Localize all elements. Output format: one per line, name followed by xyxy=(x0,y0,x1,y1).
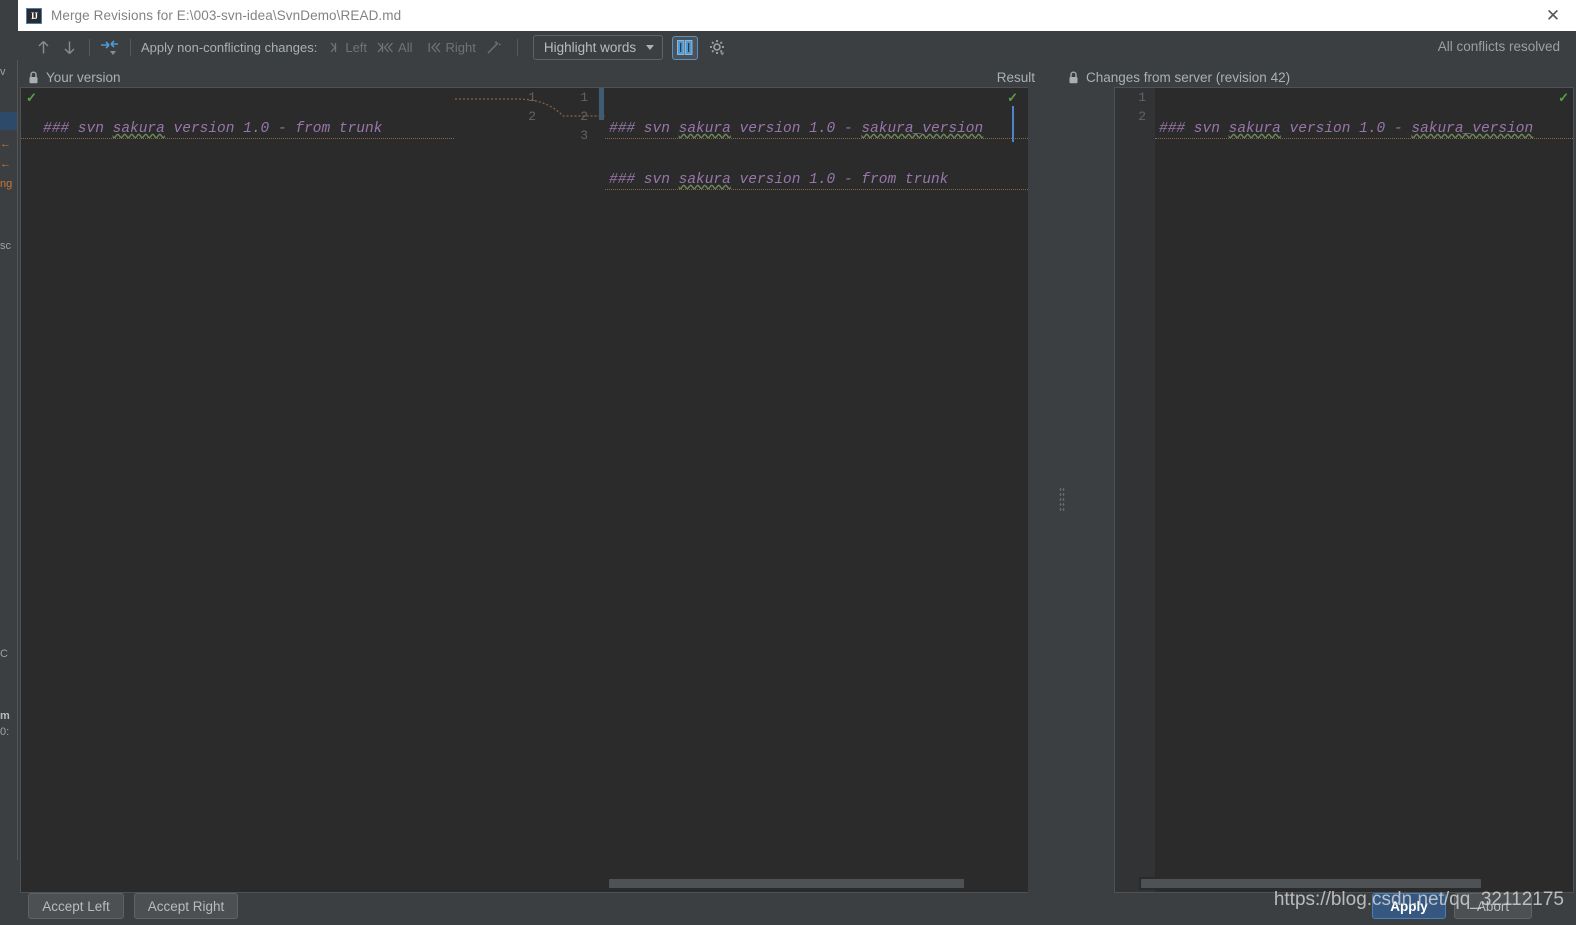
chevron-left-icon xyxy=(429,42,441,53)
left-code-area[interactable]: ### svn sakura version 1.0 - from trunk xyxy=(21,88,456,892)
left-pane-header: Your version xyxy=(28,66,121,88)
accept-check-icon[interactable]: ✓ xyxy=(1007,90,1018,106)
side-by-side-viewer-icon[interactable] xyxy=(672,35,699,60)
code-line: ### svn sakura version 1.0 - from trunk xyxy=(605,171,1028,190)
apply-right-button[interactable]: Right xyxy=(423,38,480,57)
bg-text: ← xyxy=(0,158,11,170)
right-hscrollbar[interactable] xyxy=(1139,877,1569,890)
arrow-up-icon[interactable] xyxy=(30,36,56,60)
code-line: ### svn sakura version 1.0 - sakura_vers… xyxy=(605,120,1028,139)
code-line: ### svn sakura version 1.0 - sakura_vers… xyxy=(1155,120,1573,139)
line-number: 2 xyxy=(1138,109,1146,124)
merge-editors: ### svn sakura version 1.0 - from trunk … xyxy=(18,87,1576,893)
right-line-text: ### svn sakura version 1.0 - sakura_vers… xyxy=(1159,121,1534,137)
apply-non-conflicting-icon[interactable] xyxy=(97,36,123,60)
highlight-mode-select[interactable]: Highlight words xyxy=(532,35,664,60)
change-connectors xyxy=(455,98,605,117)
intellij-idea-icon: IJ xyxy=(26,7,42,24)
highlight-mode-label: Highlight words xyxy=(543,40,637,55)
merge-toolbar: Apply non-conflicting changes: Left All … xyxy=(18,31,1576,64)
gear-icon[interactable] xyxy=(703,36,731,60)
right-pane-header: Changes from server (revision 42) xyxy=(1068,66,1290,88)
accept-left-button[interactable]: Accept Left xyxy=(28,893,124,919)
result-editor-pane[interactable]: 1 2 1 2 3 ### svn sakura version 1.0 - s… xyxy=(455,87,1028,893)
right-hscrollbar-thumb[interactable] xyxy=(1141,879,1481,888)
bg-text: 0: xyxy=(0,726,10,738)
merge-dialog: Apply non-conflicting changes: Left All … xyxy=(18,31,1576,925)
accept-right-button[interactable]: Accept Right xyxy=(134,893,238,919)
result-line-text: ### svn sakura version 1.0 - sakura_vers… xyxy=(609,121,984,137)
result-line-text: ### svn sakura version 1.0 - from trunk xyxy=(609,172,949,188)
line-number: 1 xyxy=(1138,90,1146,105)
accept-check-icon[interactable]: ✓ xyxy=(26,90,37,106)
result-gutter-left: 1 2 xyxy=(493,88,545,892)
result-pane-header: Result xyxy=(508,66,1053,88)
abort-button[interactable]: Abort xyxy=(1454,893,1532,919)
bg-text: v xyxy=(0,66,6,78)
lock-icon xyxy=(28,70,39,84)
close-icon[interactable]: ✕ xyxy=(1530,0,1576,31)
result-pane-title: Result xyxy=(996,69,1035,85)
left-editor-pane[interactable]: ### svn sakura version 1.0 - from trunk … xyxy=(20,87,457,893)
bg-selected-row xyxy=(0,112,18,130)
toolbar-separator xyxy=(89,39,90,56)
apply-right-label: Right xyxy=(445,40,476,55)
window-title: Merge Revisions for E:\003-svn-idea\SvnD… xyxy=(51,8,402,23)
active-change-marker xyxy=(599,88,604,120)
result-hscrollbar[interactable] xyxy=(607,877,1027,890)
bg-text: ← xyxy=(0,138,11,150)
code-line: ### svn sakura version 1.0 - from trunk xyxy=(21,120,456,139)
apply-left-button[interactable]: Left xyxy=(325,38,372,57)
bg-text: m xyxy=(0,710,10,722)
toolbar-separator xyxy=(130,39,131,56)
bg-text: ng xyxy=(0,178,13,190)
apply-left-label: Left xyxy=(345,40,368,55)
chevron-both-icon xyxy=(377,42,394,53)
chevron-right-icon xyxy=(330,42,337,53)
apply-all-button[interactable]: All xyxy=(372,38,417,57)
bg-text: sc xyxy=(0,240,11,252)
apply-all-label: All xyxy=(398,40,413,55)
right-code-area[interactable]: ### svn sakura version 1.0 - sakura_vers… xyxy=(1155,88,1573,892)
window-titlebar: IJ Merge Revisions for E:\003-svn-idea\S… xyxy=(18,0,1576,31)
left-line-text: ### svn sakura version 1.0 - from trunk xyxy=(43,121,383,137)
apply-button[interactable]: Apply xyxy=(1372,893,1446,919)
left-pane-title: Your version xyxy=(46,69,121,85)
accept-check-icon[interactable]: ✓ xyxy=(1558,90,1569,106)
dialog-button-bar: Accept Left Accept Right Apply Abort xyxy=(18,893,1576,925)
result-gutter-right: 1 2 3 xyxy=(545,88,597,892)
result-code-area[interactable]: ### svn sakura version 1.0 - sakura_vers… xyxy=(605,88,1028,892)
text-caret xyxy=(1012,106,1014,142)
background-window-sliver: v ← ← ng sc C m 0: xyxy=(0,0,18,925)
apply-changes-label: Apply non-conflicting changes: xyxy=(141,40,318,55)
right-editor-pane[interactable]: 1 2 ### svn sakura version 1.0 - sakura_… xyxy=(1114,87,1574,893)
right-divider-handle[interactable] xyxy=(1059,487,1065,513)
right-gutter: 1 2 xyxy=(1115,88,1155,892)
result-hscrollbar-thumb[interactable] xyxy=(609,879,964,888)
lock-icon xyxy=(1068,70,1079,84)
chevron-down-icon xyxy=(646,45,655,50)
ignore-whitespace-icon[interactable] xyxy=(481,36,507,60)
toolbar-separator xyxy=(516,39,518,56)
bg-text: C xyxy=(0,648,8,660)
right-pane-title: Changes from server (revision 42) xyxy=(1086,69,1291,85)
conflict-status-label: All conflicts resolved xyxy=(1437,39,1560,54)
arrow-down-icon[interactable] xyxy=(56,36,82,60)
